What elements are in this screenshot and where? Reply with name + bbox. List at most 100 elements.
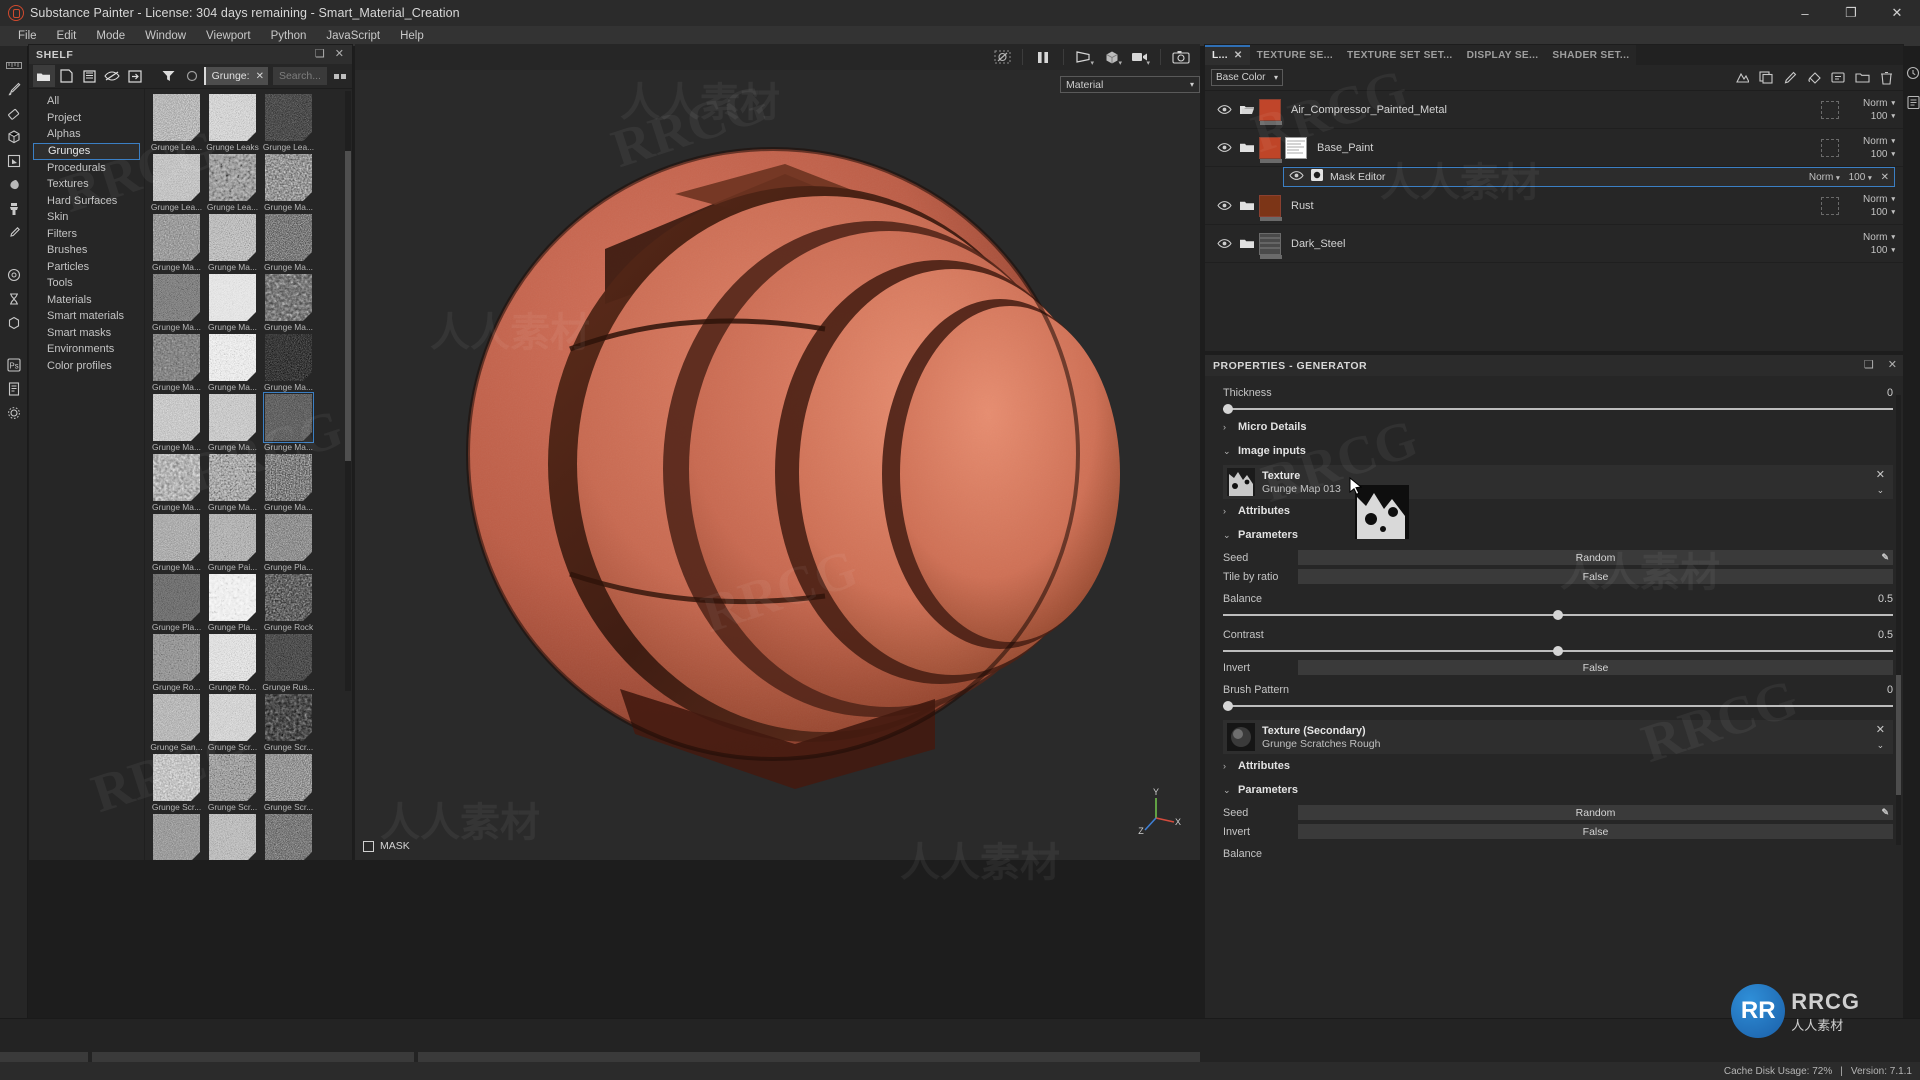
viewport-material-select[interactable]: Material ▾ bbox=[1060, 76, 1200, 93]
eyedropper-icon[interactable] bbox=[1, 222, 27, 244]
menu-help[interactable]: Help bbox=[390, 28, 434, 44]
folder-icon[interactable] bbox=[33, 65, 55, 87]
hourglass-icon[interactable] bbox=[1, 288, 27, 310]
menu-file[interactable]: File bbox=[8, 28, 47, 44]
attributes-section-1[interactable]: › Attributes bbox=[1223, 499, 1893, 523]
shelf-category-color-profiles[interactable]: Color profiles bbox=[29, 358, 144, 375]
layer-row[interactable]: Air_Compressor_Painted_Metal Norm ▾ 100 ▾ bbox=[1205, 91, 1903, 129]
folder-open-icon[interactable] bbox=[1235, 103, 1259, 116]
panel-tab-4[interactable]: SHADER SET... bbox=[1545, 45, 1637, 65]
shelf-category-smart-masks[interactable]: Smart masks bbox=[29, 325, 144, 342]
layer-add-mask-slot[interactable] bbox=[1821, 138, 1839, 157]
group-icon[interactable] bbox=[1827, 67, 1849, 88]
chevron-down-icon[interactable]: ▾ bbox=[1891, 99, 1895, 107]
shelf-asset-item[interactable]: Grunge Lea... bbox=[149, 94, 204, 152]
parameter-value-input[interactable]: False bbox=[1298, 569, 1893, 584]
shelf-asset-item[interactable]: Grunge Ma... bbox=[261, 274, 316, 332]
layer-row[interactable]: Base_Paint Norm ▾ 100 ▾ bbox=[1205, 129, 1903, 167]
clone-stamp-icon[interactable] bbox=[1, 198, 27, 220]
parameters-section-2[interactable]: ⌄ Parameters bbox=[1223, 778, 1893, 802]
chevron-down-icon[interactable]: ▾ bbox=[1090, 59, 1094, 67]
cube-icon[interactable] bbox=[1, 126, 27, 148]
chevron-down-icon[interactable]: ▾ bbox=[1891, 150, 1895, 158]
shelf-asset-item[interactable] bbox=[149, 814, 204, 860]
pause-icon[interactable] bbox=[1030, 46, 1056, 68]
shelf-category-particles[interactable]: Particles bbox=[29, 259, 144, 276]
search-input[interactable]: Search... bbox=[272, 67, 327, 85]
history-icon[interactable] bbox=[1906, 66, 1920, 85]
menu-window[interactable]: Window bbox=[135, 28, 196, 44]
close-icon[interactable]: ✕ bbox=[335, 49, 344, 60]
panel-tab-3[interactable]: DISPLAY SE... bbox=[1459, 45, 1546, 65]
attributes-section-2[interactable]: › Attributes bbox=[1223, 754, 1893, 778]
shelf-asset-item[interactable] bbox=[205, 814, 260, 860]
layer-opacity[interactable]: 100 ▾ bbox=[1871, 111, 1895, 122]
shelf-asset-item[interactable]: Grunge Ma... bbox=[261, 454, 316, 512]
float-panel-icon[interactable]: ❑ bbox=[315, 49, 325, 60]
parameter-slider[interactable] bbox=[1223, 645, 1893, 657]
mask-effect-row[interactable]: Mask Editor Norm ▾ 100 ▾ ✕ bbox=[1283, 167, 1895, 187]
fill-layer-icon[interactable] bbox=[1803, 67, 1825, 88]
sublayer-visibility-eye-icon[interactable] bbox=[1289, 168, 1304, 186]
parameter-slider[interactable] bbox=[1223, 864, 1893, 865]
shelf-asset-item[interactable]: Grunge Ma... bbox=[205, 214, 260, 272]
shelf-asset-item[interactable]: Grunge Pla... bbox=[205, 574, 260, 632]
chevron-down-icon[interactable]: ▾ bbox=[1868, 175, 1872, 182]
folder-closed-icon[interactable] bbox=[1235, 199, 1259, 212]
shelf-category-textures[interactable]: Textures bbox=[29, 176, 144, 193]
chevron-down-icon[interactable]: ▾ bbox=[1891, 195, 1895, 203]
layer-add-mask-slot[interactable] bbox=[1821, 100, 1839, 119]
chevron-down-icon[interactable]: ▾ bbox=[1118, 59, 1122, 67]
chevron-down-icon[interactable]: ▾ bbox=[1146, 59, 1150, 67]
brush-icon[interactable] bbox=[1, 78, 27, 100]
panel-tab-0[interactable]: L... ✕ bbox=[1205, 45, 1250, 65]
image-input-texture[interactable]: Texture Grunge Map 013 ✕ ⌄ bbox=[1223, 465, 1893, 499]
shelf-asset-item[interactable]: Grunge Ma... bbox=[205, 454, 260, 512]
shelf-asset-item[interactable]: Grunge Pla... bbox=[261, 514, 316, 572]
delete-icon[interactable] bbox=[1875, 67, 1897, 88]
chevron-down-icon[interactable]: ▾ bbox=[1891, 233, 1895, 241]
layer-opacity[interactable]: 100 ▾ bbox=[1871, 207, 1895, 218]
shelf-category-all[interactable]: All bbox=[29, 93, 144, 110]
folder-icon[interactable] bbox=[1851, 67, 1873, 88]
parameter-value-input[interactable]: Random ✎ bbox=[1298, 550, 1893, 565]
remove-texture-secondary-icon[interactable]: ✕ bbox=[1876, 723, 1885, 736]
shelf-asset-item[interactable]: Grunge Ma... bbox=[205, 274, 260, 332]
shelf-asset-item[interactable]: Grunge Ma... bbox=[149, 334, 204, 392]
remove-texture-icon[interactable]: ✕ bbox=[1876, 468, 1885, 481]
shelf-asset-item[interactable]: Grunge Ma... bbox=[149, 514, 204, 572]
layer-add-mask-slot[interactable] bbox=[1821, 196, 1839, 215]
circle-icon[interactable] bbox=[181, 65, 203, 87]
shelf-category-project[interactable]: Project bbox=[29, 110, 144, 127]
layer-blend-mode[interactable]: Norm ▾ bbox=[1863, 232, 1895, 243]
close-icon[interactable]: ✕ bbox=[1234, 50, 1243, 61]
shelf-asset-item[interactable]: Grunge Ma... bbox=[205, 334, 260, 392]
menu-javascript[interactable]: JavaScript bbox=[316, 28, 390, 44]
viewport-3d[interactable]: ▾ ▾ ▾ Material ▾ MASK Y X Z bbox=[355, 44, 1200, 860]
chevron-down-icon[interactable]: ⌄ bbox=[1877, 740, 1885, 751]
shelf-asset-item[interactable]: Grunge Pai... bbox=[205, 514, 260, 572]
sublayer-close-icon[interactable]: ✕ bbox=[1881, 172, 1889, 183]
chevron-down-icon[interactable]: ▾ bbox=[1891, 137, 1895, 145]
page-icon[interactable] bbox=[1, 378, 27, 400]
shelf-scrollbar[interactable] bbox=[345, 91, 351, 691]
camera-frustum-icon[interactable]: ▾ bbox=[1071, 46, 1097, 68]
shelf-category-grunges[interactable]: Grunges bbox=[33, 142, 140, 160]
shelf-asset-item[interactable]: Grunge Ma... bbox=[205, 394, 260, 452]
edit-pencil-icon[interactable]: ✎ bbox=[1881, 552, 1889, 563]
properties-scrollbar[interactable] bbox=[1896, 395, 1901, 845]
chevron-down-icon[interactable]: ⌄ bbox=[1877, 485, 1885, 496]
shelf-asset-item[interactable]: Grunge Ma... bbox=[149, 214, 204, 272]
shelf-asset-item[interactable]: Grunge San... bbox=[149, 694, 204, 752]
layer-visibility-eye-icon[interactable] bbox=[1213, 200, 1235, 211]
maximize-button[interactable]: ❐ bbox=[1828, 0, 1874, 26]
micro-details-section[interactable]: › Micro Details bbox=[1223, 415, 1893, 439]
chevron-down-icon[interactable]: ▾ bbox=[1891, 208, 1895, 216]
layer-blend-mode[interactable]: Norm ▾ bbox=[1863, 136, 1895, 147]
geometry-icon[interactable] bbox=[1, 312, 27, 334]
close-icon[interactable]: ✕ bbox=[256, 71, 264, 82]
chevron-down-icon[interactable]: ▾ bbox=[1891, 246, 1895, 254]
gear-icon[interactable] bbox=[1, 402, 27, 424]
shelf-asset-item[interactable]: Grunge Ma... bbox=[149, 394, 204, 452]
shelf-asset-item[interactable]: Grunge Ma... bbox=[261, 334, 316, 392]
